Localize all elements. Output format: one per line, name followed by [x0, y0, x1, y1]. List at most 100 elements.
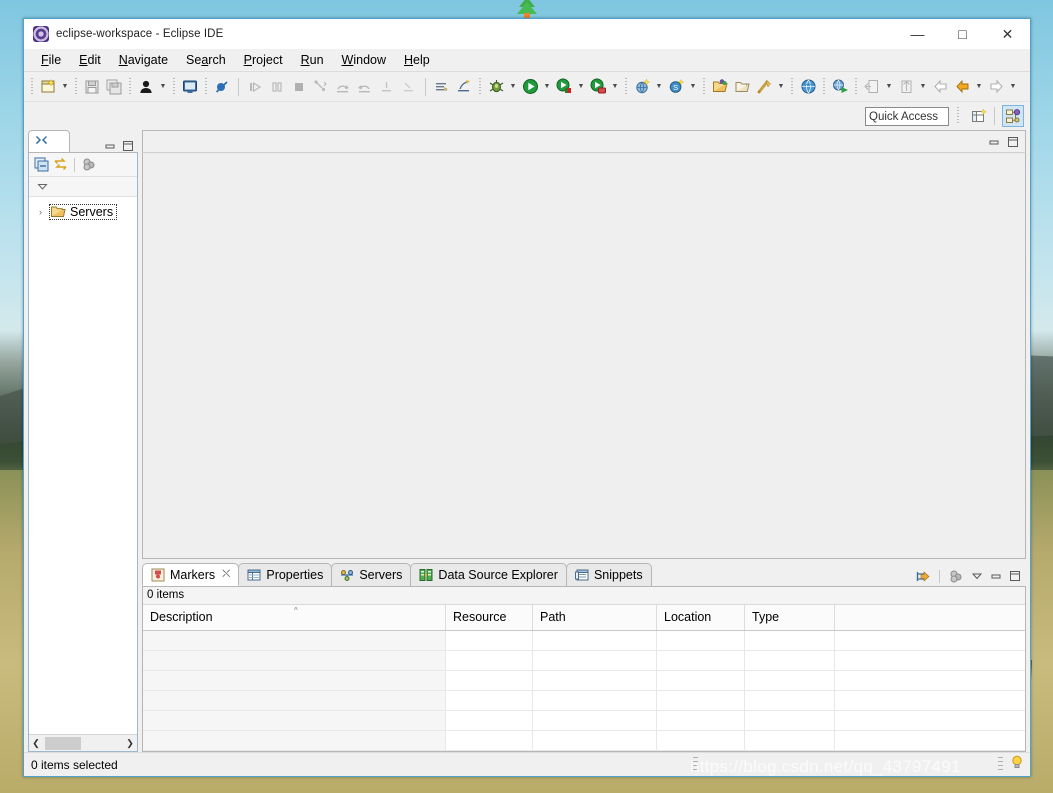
table-row[interactable]	[143, 671, 1025, 691]
drop-to-frame-icon[interactable]	[376, 76, 398, 98]
run-server-dropdown-icon[interactable]: ▼	[575, 76, 587, 98]
next-annotation-icon[interactable]	[895, 76, 917, 98]
toggle-mark-occurrences-icon[interactable]	[453, 76, 475, 98]
terminate-icon[interactable]	[288, 76, 310, 98]
maximize-button[interactable]: □	[940, 19, 985, 49]
run-server-icon[interactable]	[553, 76, 575, 98]
new-sql-dropdown-icon[interactable]: ▼	[687, 76, 699, 98]
quick-access-grip[interactable]	[955, 107, 961, 125]
skip-breakpoints-icon[interactable]	[211, 76, 233, 98]
forward-dropdown-icon[interactable]: ▼	[1007, 76, 1019, 98]
menu-project[interactable]: Project	[235, 51, 292, 69]
toolbar-grip-2[interactable]	[73, 77, 79, 96]
tree-item-servers-label-wrap[interactable]: Servers	[49, 203, 118, 220]
minimize-icon[interactable]	[987, 135, 1000, 148]
column-header-location[interactable]: Location	[657, 605, 745, 630]
close-button[interactable]: ✕	[985, 19, 1030, 49]
web-browser-icon[interactable]	[797, 76, 819, 98]
previous-annotation-dropdown-icon[interactable]: ▼	[883, 76, 895, 98]
view-menu-icon[interactable]	[81, 157, 97, 173]
profile-icon[interactable]	[587, 76, 609, 98]
column-header-type[interactable]: Type	[745, 605, 835, 630]
link-with-editor-icon[interactable]	[52, 157, 68, 173]
open-task-icon[interactable]	[431, 76, 453, 98]
menu-search[interactable]: Search	[177, 51, 235, 69]
new-wizard-dropdown-icon[interactable]: ▼	[59, 76, 71, 98]
table-row[interactable]	[143, 631, 1025, 651]
back-history-icon[interactable]	[929, 76, 951, 98]
minimize-icon[interactable]	[103, 139, 116, 152]
new-web-project-icon[interactable]	[631, 76, 653, 98]
menu-run[interactable]: Run	[292, 51, 333, 69]
next-annotation-dropdown-icon[interactable]: ▼	[917, 76, 929, 98]
step-over-icon[interactable]	[332, 76, 354, 98]
tab-servers[interactable]: Servers	[331, 563, 412, 586]
tab-markers[interactable]: Markers ⛌	[142, 563, 240, 586]
chevron-down-icon[interactable]	[35, 180, 49, 194]
tab-properties[interactable]: Properties	[238, 563, 333, 586]
forward-icon[interactable]	[985, 76, 1007, 98]
previous-annotation-icon[interactable]	[861, 76, 883, 98]
debug-dropdown-icon[interactable]: ▼	[507, 76, 519, 98]
toolbar-grip-3[interactable]	[127, 77, 133, 96]
user-icon[interactable]	[135, 76, 157, 98]
markers-table-body[interactable]	[143, 631, 1025, 751]
column-header-resource[interactable]: Resource	[446, 605, 533, 630]
toolbar-grip-7[interactable]	[623, 77, 629, 96]
collapse-all-icon[interactable]	[33, 157, 49, 173]
step-into-icon[interactable]	[310, 76, 332, 98]
toolbar-grip[interactable]	[29, 77, 35, 96]
tree-item-servers[interactable]: › Servers	[29, 202, 137, 221]
save-icon[interactable]	[81, 76, 103, 98]
minimize-button[interactable]: —	[895, 19, 940, 49]
menu-file[interactable]: File	[32, 51, 70, 69]
view-menu-icon[interactable]	[948, 568, 964, 584]
scroll-right-icon[interactable]: ❯	[123, 738, 137, 749]
menu-edit[interactable]: Edit	[70, 51, 110, 69]
console-icon[interactable]	[179, 76, 201, 98]
scroll-thumb[interactable]	[45, 736, 81, 750]
tab-project-explorer[interactable]	[28, 130, 70, 152]
tip-icon[interactable]	[1009, 754, 1025, 775]
toolbar-grip-11[interactable]	[853, 77, 859, 96]
toolbar-grip-9[interactable]	[789, 77, 795, 96]
expander-icon[interactable]: ›	[35, 207, 46, 217]
new-sql-icon[interactable]: S	[665, 76, 687, 98]
focus-on-selection-icon[interactable]	[915, 568, 931, 584]
user-dropdown-icon[interactable]: ▼	[157, 76, 169, 98]
tab-data-source-explorer[interactable]: Data Source Explorer	[410, 563, 567, 586]
open-type-icon[interactable]	[709, 76, 731, 98]
menu-help[interactable]: Help	[395, 51, 439, 69]
scroll-left-icon[interactable]: ❮	[29, 738, 43, 749]
step-return-icon[interactable]	[354, 76, 376, 98]
maximize-icon[interactable]	[121, 139, 134, 152]
column-header-description[interactable]: ^ Description	[143, 605, 446, 630]
back-dropdown-icon[interactable]: ▼	[973, 76, 985, 98]
table-row[interactable]	[143, 691, 1025, 711]
java-ee-perspective-icon[interactable]	[1002, 105, 1024, 127]
menu-navigate[interactable]: Navigate	[110, 51, 177, 69]
tab-snippets[interactable]: Snippets	[565, 563, 652, 586]
minimize-icon[interactable]	[989, 570, 1002, 583]
suspend-icon[interactable]	[266, 76, 288, 98]
toolbar-grip-5[interactable]	[203, 77, 209, 96]
search-icon[interactable]	[753, 76, 775, 98]
title-bar[interactable]: eclipse-workspace - Eclipse IDE — □ ✕	[24, 19, 1030, 49]
run-dropdown-icon[interactable]: ▼	[541, 76, 553, 98]
run-step-icon[interactable]	[244, 76, 266, 98]
open-resource-icon[interactable]	[731, 76, 753, 98]
new-web-dropdown-icon[interactable]: ▼	[653, 76, 665, 98]
drop-to-frame-2-icon[interactable]	[398, 76, 420, 98]
open-perspective-icon[interactable]	[968, 105, 990, 127]
quick-access-input[interactable]: Quick Access	[865, 106, 949, 126]
toolbar-grip-10[interactable]	[821, 77, 827, 96]
maximize-icon[interactable]	[1006, 135, 1019, 148]
external-tools-icon[interactable]	[829, 76, 851, 98]
debug-icon[interactable]	[485, 76, 507, 98]
back-icon[interactable]	[951, 76, 973, 98]
maximize-icon[interactable]	[1008, 570, 1021, 583]
menu-window[interactable]: Window	[333, 51, 395, 69]
toolbar-grip-4[interactable]	[171, 77, 177, 96]
table-row[interactable]	[143, 731, 1025, 751]
project-explorer-hscrollbar[interactable]: ❮ ❯	[29, 734, 137, 751]
